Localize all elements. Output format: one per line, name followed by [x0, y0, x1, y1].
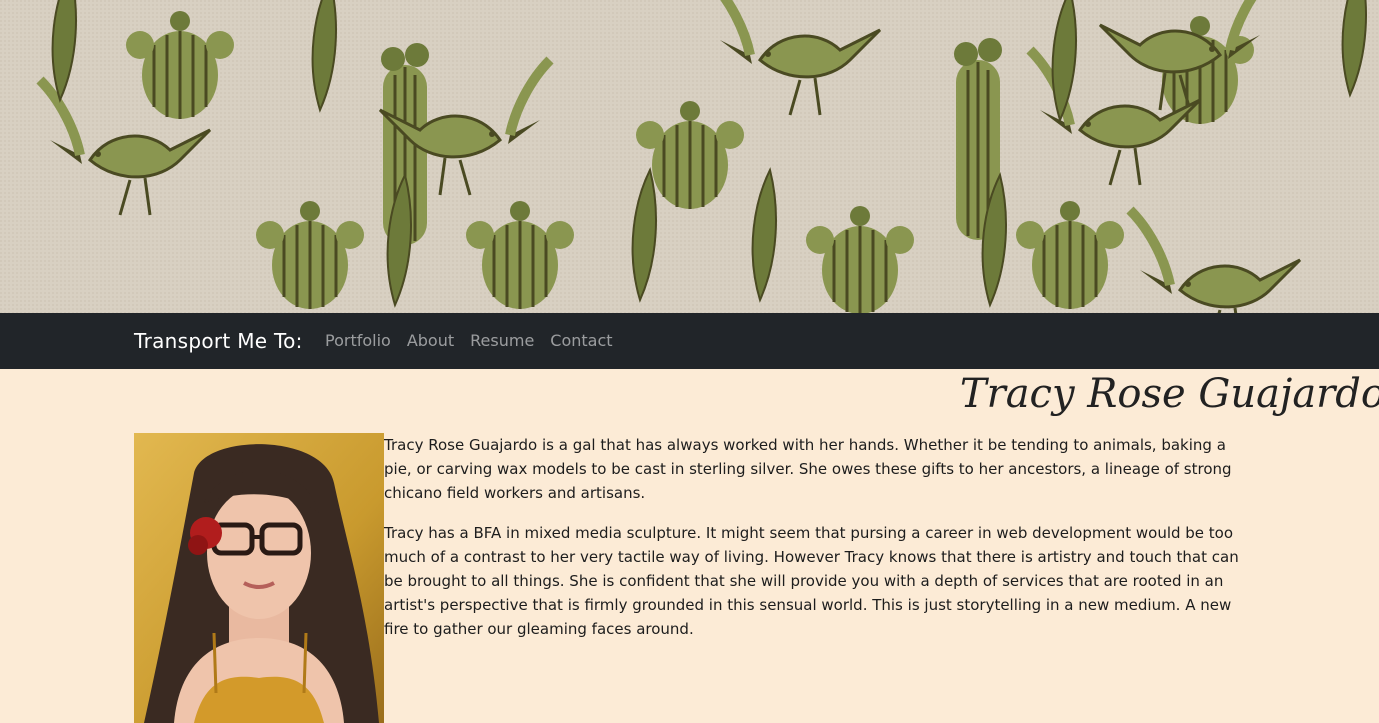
- nav-link-about[interactable]: About: [399, 331, 462, 351]
- nav-link-portfolio[interactable]: Portfolio: [317, 331, 399, 351]
- nav-link-contact[interactable]: Contact: [542, 331, 620, 351]
- navbar-brand[interactable]: Transport Me To:: [134, 328, 303, 354]
- nav-links: Portfolio About Resume Contact: [317, 331, 621, 351]
- bio-paragraph: Tracy has a BFA in mixed media sculpture…: [384, 524, 1239, 638]
- cactus-roadrunner-pattern: [0, 0, 1379, 313]
- about-section: Tracy Rose Guajardo Tracy Rose Guajardo …: [0, 369, 1379, 723]
- bio-text: Tracy Rose Guajardo is a gal that has al…: [384, 433, 1254, 657]
- bio-paragraph: Tracy Rose Guajardo is a gal that has al…: [384, 436, 1232, 502]
- page-title: Tracy Rose Guajardo: [959, 371, 1379, 417]
- portrait-image: [134, 433, 384, 723]
- nav-link-resume[interactable]: Resume: [462, 331, 542, 351]
- hero-banner-image: [0, 0, 1379, 313]
- portrait-photo: [134, 433, 384, 723]
- top-navbar: Transport Me To: Portfolio About Resume …: [0, 313, 1379, 369]
